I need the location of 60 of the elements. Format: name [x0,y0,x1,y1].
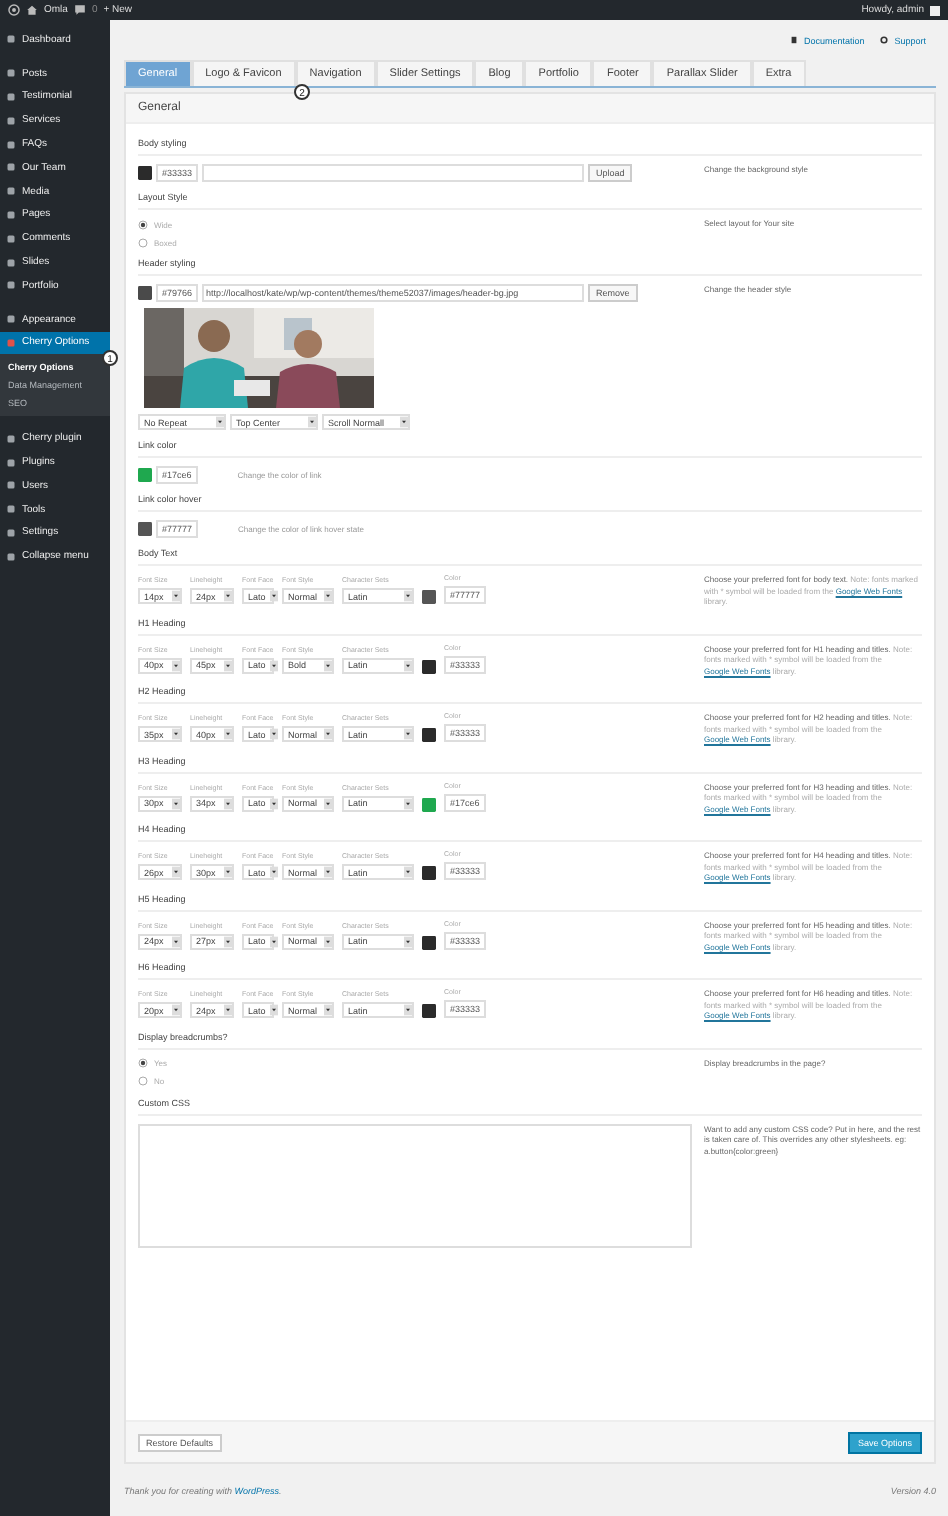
caret-icon [224,935,232,947]
caret-icon [400,416,408,428]
css-textarea[interactable] [138,1123,692,1247]
caret-icon [172,728,180,740]
color-swatch-icon[interactable] [422,935,436,949]
caret-icon [404,797,412,809]
caret-icon [269,866,278,878]
caret-icon [172,590,180,602]
caret-icon [324,866,332,878]
caret-icon [224,797,232,809]
book-icon [789,36,798,44]
caret-icon [404,659,412,671]
color-swatch-icon[interactable] [138,166,152,180]
caret-icon [269,1004,278,1016]
caret-icon [224,659,232,671]
color-swatch-icon[interactable] [422,590,436,604]
caret-icon [324,797,332,809]
radio-button[interactable] [138,219,148,229]
caret-icon [404,935,412,947]
caret-icon [224,866,232,878]
color-swatch-icon[interactable] [422,866,436,880]
caret-icon [224,728,232,740]
caret-icon [404,590,412,602]
caret-icon [324,590,332,602]
caret-icon [224,590,232,602]
radio-button[interactable] [138,1058,148,1068]
radio-button[interactable] [138,237,148,247]
caret-icon [324,728,332,740]
caret-icon [269,728,278,740]
caret-icon [324,659,332,671]
radio-button[interactable] [138,1076,148,1086]
caret-icon [308,416,316,428]
color-swatch-icon[interactable] [138,522,152,536]
color-swatch-icon[interactable] [422,797,436,811]
caret-icon [269,935,278,947]
color-swatch-icon[interactable] [422,728,436,742]
avatar-icon[interactable] [930,5,940,15]
caret-icon [324,935,332,947]
caret-icon [404,1004,412,1016]
color-swatch-icon[interactable] [138,286,152,300]
caret-icon [269,797,278,809]
url-field[interactable] [202,164,585,182]
color-swatch-icon[interactable] [422,659,436,673]
caret-icon [172,935,180,947]
caret-icon [172,659,180,671]
caret-icon [172,866,180,878]
home-icon[interactable] [26,4,38,16]
caret-icon [404,728,412,740]
caret-icon [324,1004,332,1016]
color-swatch-icon[interactable] [422,1004,436,1018]
wordpress-logo-icon[interactable] [8,4,20,16]
caret-icon [216,416,224,428]
comment-icon[interactable] [73,4,86,16]
color-swatch-icon[interactable] [138,468,152,482]
caret-icon [269,659,278,671]
caret-icon [172,1004,180,1016]
caret-icon [224,1004,232,1016]
caret-icon [172,797,180,809]
caret-icon [269,590,278,602]
caret-icon [404,866,412,878]
